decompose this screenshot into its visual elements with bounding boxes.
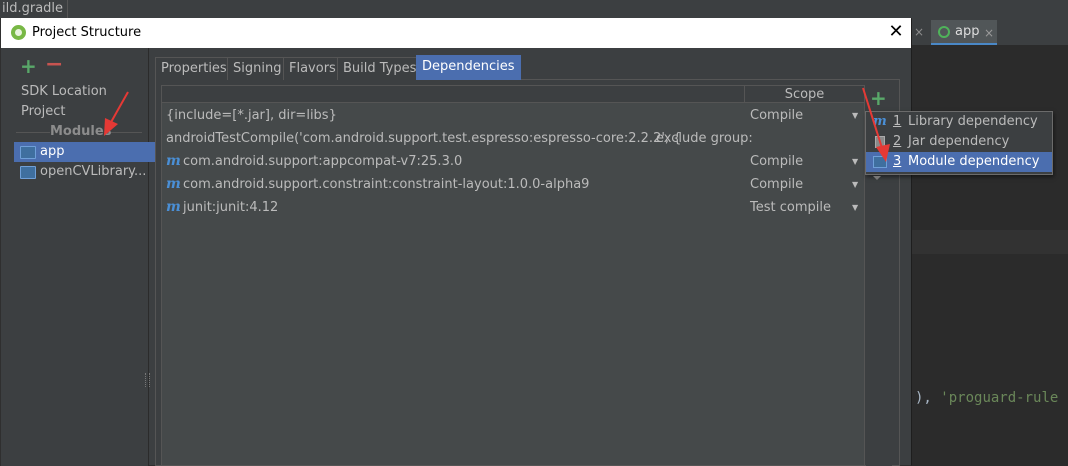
menu-item-mnemonic: 1	[893, 114, 902, 129]
tab-flavors[interactable]: Flavors	[283, 57, 342, 80]
section-divider	[108, 132, 142, 133]
module-folder-icon	[873, 156, 887, 168]
modules-section-header: Modules	[50, 124, 112, 139]
add-module-button[interactable]: +	[20, 56, 37, 76]
menu-item-label: Module dependency	[908, 154, 1040, 169]
menu-item-jar-dependency[interactable]: 2 Jar dependency	[866, 132, 1052, 152]
dependency-name: com.android.support.constraint:constrain…	[183, 177, 590, 192]
tab-build-types[interactable]: Build Types	[337, 57, 423, 80]
editor-current-line	[912, 230, 1068, 254]
maven-icon: m	[166, 199, 181, 215]
nav-item-project[interactable]: Project	[14, 102, 152, 122]
nav-item-module-app[interactable]: app	[14, 142, 171, 162]
editor-code-line: ), 'proguard-rule	[915, 390, 1059, 406]
table-row[interactable]: m com.android.support.constraint:constra…	[162, 173, 864, 196]
editor-tab-label: app	[955, 24, 980, 39]
menu-item-library-dependency[interactable]: m 1 Library dependency	[866, 112, 1052, 132]
dependency-name: {include=[*.jar], dir=libs}	[166, 108, 337, 123]
module-folder-icon	[20, 166, 36, 179]
maven-icon: m	[166, 153, 181, 169]
menu-scroll-down-icon[interactable]	[873, 176, 881, 180]
scope-value[interactable]: Compile	[750, 173, 803, 196]
nav-item-module-opencv[interactable]: openCVLibrary...	[14, 162, 171, 182]
tab-properties[interactable]: Properties	[155, 57, 233, 80]
scope-value[interactable]: Test compile	[750, 196, 831, 219]
editor-tab-close-icon[interactable]: ×	[984, 24, 994, 42]
table-row[interactable]: m junit:junit:4.12 Test compile ▼	[162, 196, 864, 219]
gradle-module-icon	[938, 26, 950, 38]
dependency-name: com.android.support:appcompat-v7:25.3.0	[183, 154, 463, 169]
scope-value[interactable]: Compile	[750, 150, 803, 173]
ide-topbar	[0, 0, 1068, 18]
section-divider	[16, 132, 50, 133]
menu-item-module-dependency[interactable]: 3 Module dependency	[866, 152, 1052, 172]
remove-module-button[interactable]: −	[45, 54, 63, 76]
module-folder-icon	[20, 146, 36, 159]
menu-item-label: Library dependency	[908, 114, 1038, 129]
scope-dropdown-icon[interactable]: ▼	[852, 104, 858, 127]
panel-splitter-handle[interactable]	[145, 373, 150, 387]
scope-dropdown-icon[interactable]: ▼	[852, 196, 858, 219]
dialog-title: Project Structure	[32, 25, 142, 40]
scope-column-header[interactable]: Scope	[745, 86, 864, 103]
close-icon[interactable]: ✕	[886, 21, 906, 43]
scope-dropdown-icon[interactable]: ▼	[852, 173, 858, 196]
tab-dependencies[interactable]: Dependencies	[416, 55, 521, 80]
scope-dropdown-icon[interactable]: ▼	[852, 150, 858, 173]
menu-item-mnemonic: 3	[893, 154, 902, 169]
table-row[interactable]: {include=[*.jar], dir=libs} Compile ▼	[162, 104, 864, 127]
android-studio-icon-inner	[15, 29, 22, 36]
dependency-extra: exclude group:	[656, 131, 753, 146]
tab-signing[interactable]: Signing	[227, 57, 288, 80]
maven-icon: m	[166, 176, 181, 192]
menu-item-mnemonic: 2	[893, 134, 902, 149]
dependency-name: junit:junit:4.12	[183, 200, 279, 215]
menu-item-label: Jar dependency	[908, 134, 1010, 149]
dependency-name: androidTestCompile('com.android.support.…	[166, 131, 682, 146]
editor-tab-close-icon[interactable]: ×	[914, 23, 926, 41]
jar-icon	[875, 136, 885, 148]
table-row[interactable]: androidTestCompile('com.android.support.…	[162, 127, 864, 150]
table-row[interactable]: m com.android.support:appcompat-v7:25.3.…	[162, 150, 864, 173]
add-dependency-button[interactable]: +	[870, 88, 887, 108]
scope-value[interactable]: Compile	[750, 104, 803, 127]
maven-icon: m	[873, 114, 887, 129]
breadcrumb[interactable]: ild.gradle	[0, 0, 69, 18]
nav-item-sdk-location[interactable]: SDK Location	[14, 82, 152, 102]
